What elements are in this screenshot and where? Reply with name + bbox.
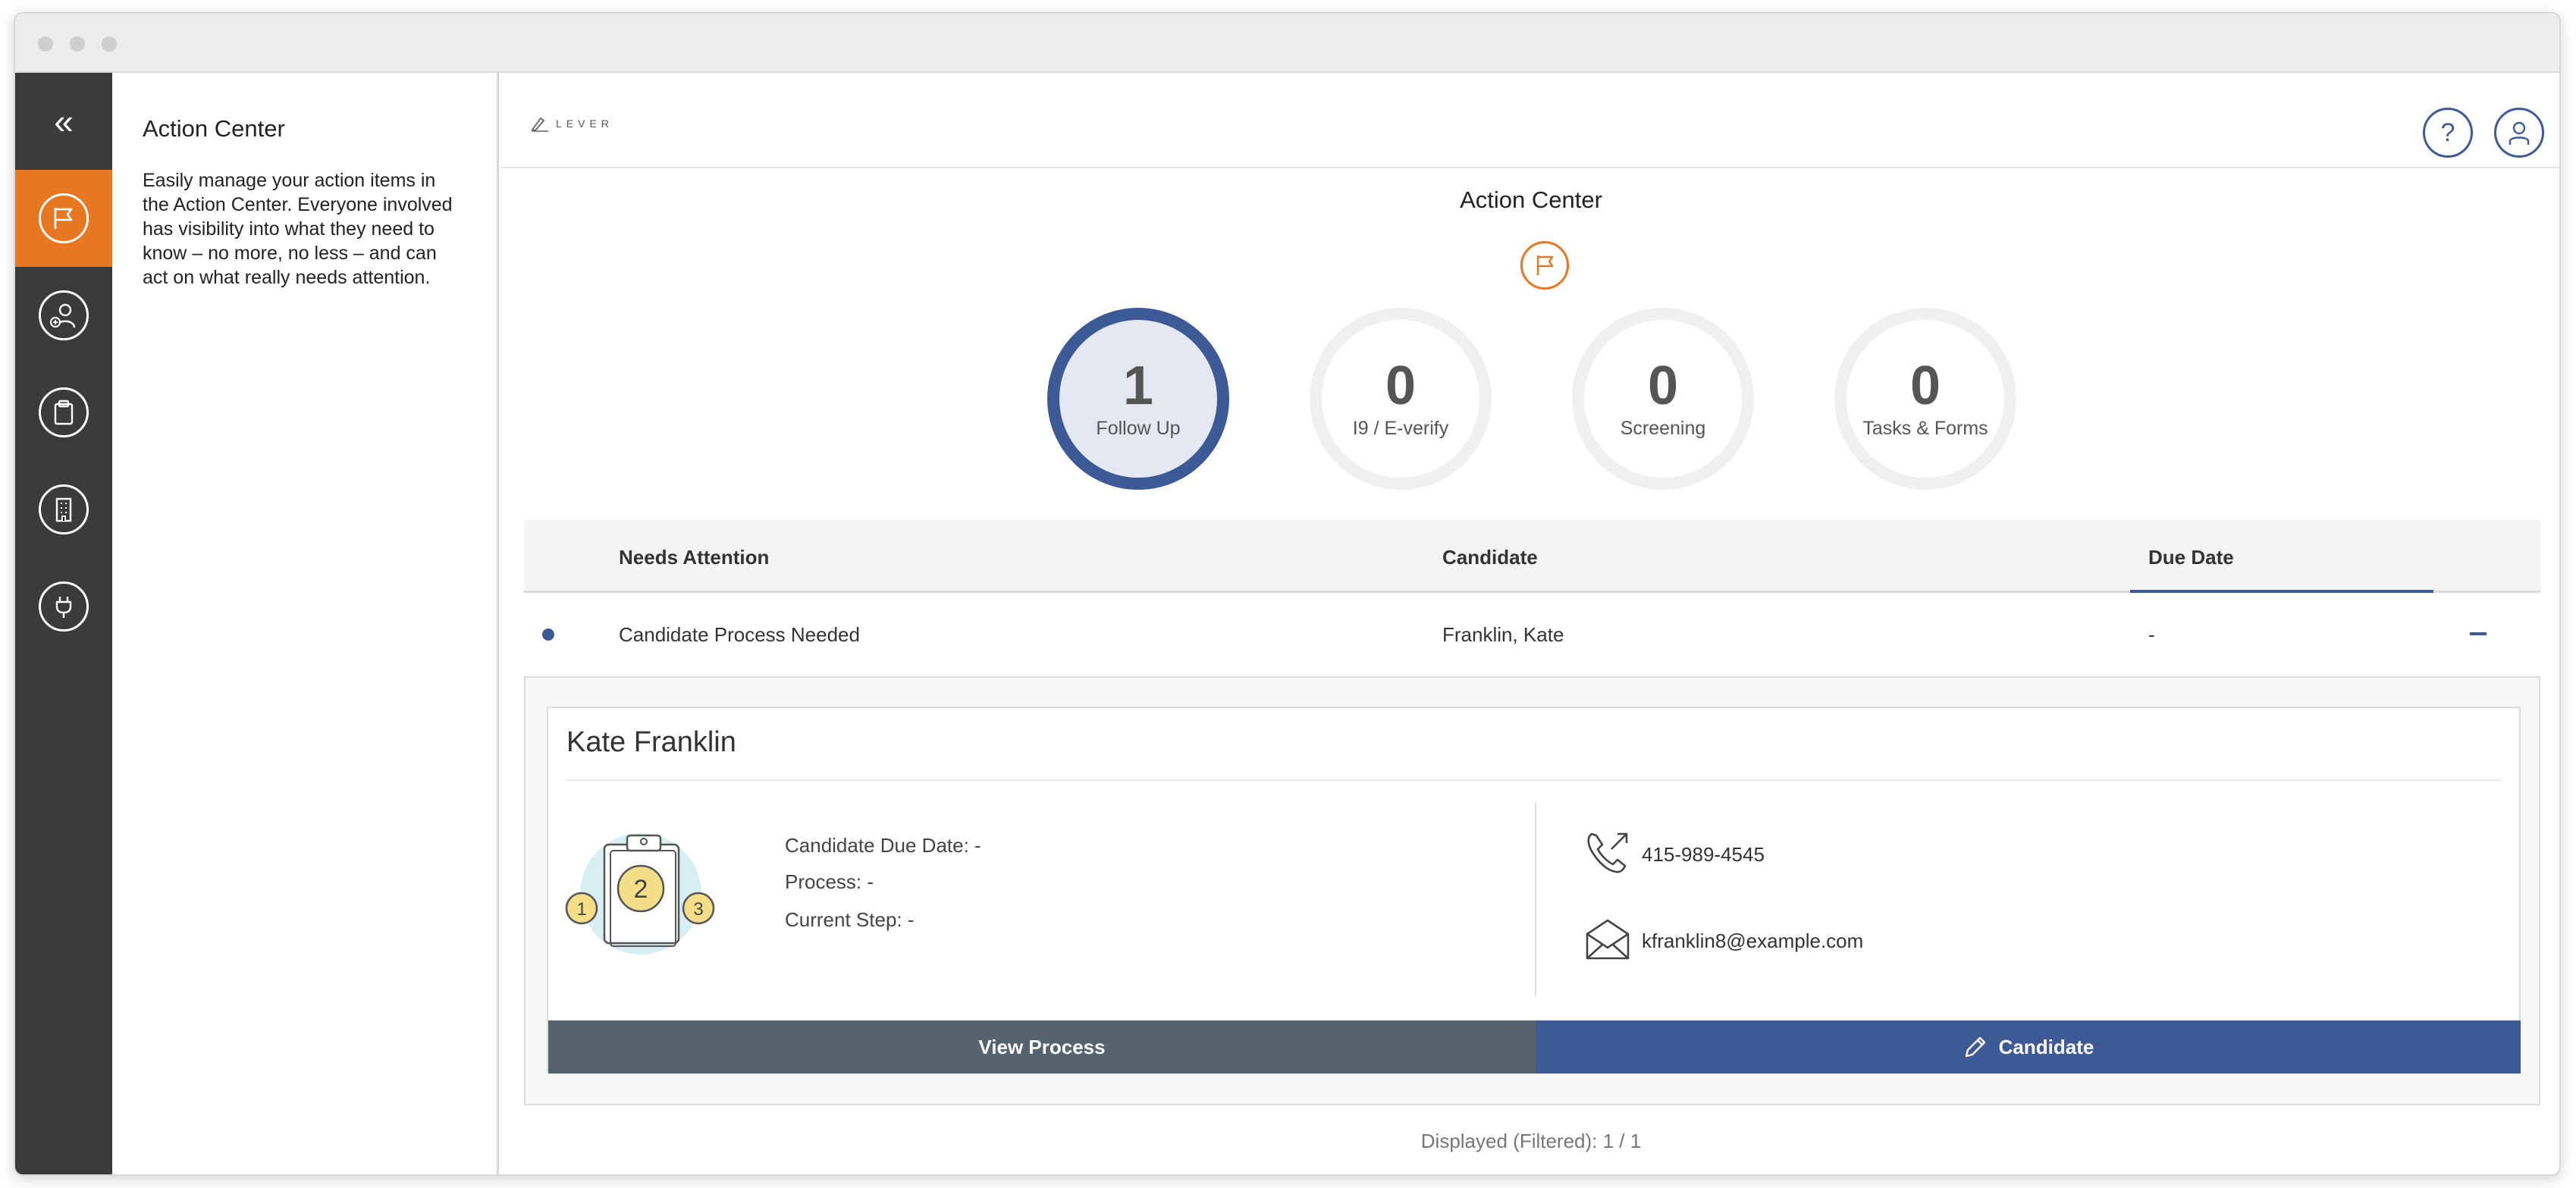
i9-label: I9 / E-verify <box>1352 417 1449 439</box>
nav-item-integrations[interactable] <box>15 558 112 655</box>
nav-rail: « <box>15 73 124 1174</box>
category-i9-everify[interactable]: 0 I9 / E-verify <box>1310 308 1492 490</box>
svg-text:2: 2 <box>634 875 648 904</box>
column-due-date[interactable]: Due Date <box>2148 546 2234 569</box>
lever-logo[interactable]: LEVER <box>530 115 613 132</box>
user-profile-button[interactable] <box>2494 108 2544 158</box>
flag-icon <box>39 193 89 243</box>
candidate-current-step: Current Step: - <box>785 908 915 931</box>
candidate-button-label: Candidate <box>1998 1035 2094 1058</box>
tasks-label: Tasks & Forms <box>1862 417 1988 439</box>
displayed-count: Displayed (Filtered): 1 / 1 <box>1420 1130 1642 1152</box>
help-button[interactable]: ? <box>2423 108 2473 158</box>
edit-candidate-button[interactable]: Candidate <box>1536 1020 2521 1074</box>
status-dot <box>542 628 554 641</box>
nav-item-add-candidate[interactable] <box>15 267 112 364</box>
table-row[interactable]: Candidate Process Needed Franklin, Kate … <box>524 593 2540 676</box>
column-needs-attention[interactable]: Needs Attention <box>619 546 769 569</box>
envelope-icon <box>1586 919 1630 960</box>
action-items-table: Needs Attention Candidate Due Date Candi… <box>524 520 2540 676</box>
collapse-nav-button[interactable]: « <box>15 73 112 170</box>
svg-text:1: 1 <box>576 899 586 920</box>
nav-item-action-center[interactable] <box>15 170 124 267</box>
side-panel: Action Center Easily manage your action … <box>112 73 499 1174</box>
row-needs-attention: Candidate Process Needed <box>619 623 860 646</box>
side-panel-description: Easily manage your action items in the A… <box>143 170 453 288</box>
nav-item-company[interactable] <box>15 461 112 558</box>
clipboard-icon <box>39 387 89 437</box>
plug-icon <box>39 581 89 632</box>
follow-up-label: Follow Up <box>1096 417 1181 439</box>
candidate-card: Kate Franklin 2 1 3 Candidate Due Date: … <box>547 707 2521 1074</box>
phone-icon <box>1587 832 1628 873</box>
card-vertical-divider <box>1535 802 1536 996</box>
screening-count: 0 <box>1647 355 1679 416</box>
window-minimize-dot[interactable] <box>70 36 85 52</box>
category-follow-up[interactable]: 1 Follow Up <box>1047 308 1229 490</box>
action-center-flag-icon <box>1520 241 1569 290</box>
row-detail: Kate Franklin 2 1 3 Candidate Due Date: … <box>524 676 2540 1105</box>
tasks-count: 0 <box>1909 355 1941 416</box>
top-bar: LEVER ? <box>501 73 2559 168</box>
column-candidate[interactable]: Candidate <box>1442 546 1538 569</box>
process-steps-illustration-icon: 2 1 3 <box>565 833 715 954</box>
pen-logo-icon <box>531 117 548 132</box>
screening-label: Screening <box>1620 417 1706 439</box>
row-candidate: Franklin, Kate <box>1442 623 1564 646</box>
pencil-icon <box>1965 1036 1985 1058</box>
category-tasks-forms[interactable]: 0 Tasks & Forms <box>1834 308 2016 490</box>
main-content: LEVER ? Action Center 1 Follow Up 0 I9 /… <box>501 73 2559 1174</box>
svg-text:3: 3 <box>693 899 703 920</box>
building-icon <box>39 484 89 534</box>
page-title: Action Center <box>1460 187 1602 213</box>
card-divider <box>566 779 2501 781</box>
double-chevron-left-icon: « <box>54 102 74 141</box>
view-process-button[interactable]: View Process <box>548 1020 1536 1074</box>
view-process-label: View Process <box>978 1035 1106 1058</box>
candidate-process: Process: - <box>785 870 874 893</box>
candidate-email[interactable]: kfranklin8@example.com <box>1642 929 1863 953</box>
help-icon: ? <box>2440 118 2455 147</box>
candidate-name: Kate Franklin <box>566 726 736 758</box>
app-window: « Action Center Easily manage your actio… <box>14 12 2561 1176</box>
window-maximize-dot[interactable] <box>102 36 117 52</box>
side-panel-title: Action Center <box>143 115 285 142</box>
candidate-phone[interactable]: 415-989-4545 <box>1642 843 1765 867</box>
row-due-date: - <box>2148 623 2155 646</box>
logo-text: LEVER <box>556 118 613 130</box>
user-icon <box>2509 121 2530 145</box>
window-titlebar <box>15 14 2559 73</box>
i9-count: 0 <box>1385 355 1417 416</box>
candidate-due-date: Candidate Due Date: - <box>785 834 981 857</box>
category-screening[interactable]: 0 Screening <box>1572 308 1754 490</box>
collapse-row-icon[interactable] <box>2470 632 2487 635</box>
window-close-dot[interactable] <box>38 36 53 52</box>
add-person-icon <box>39 290 89 340</box>
follow-up-count: 1 <box>1122 355 1154 416</box>
nav-item-tasks[interactable] <box>15 364 112 461</box>
table-header: Needs Attention Candidate Due Date <box>524 520 2540 593</box>
